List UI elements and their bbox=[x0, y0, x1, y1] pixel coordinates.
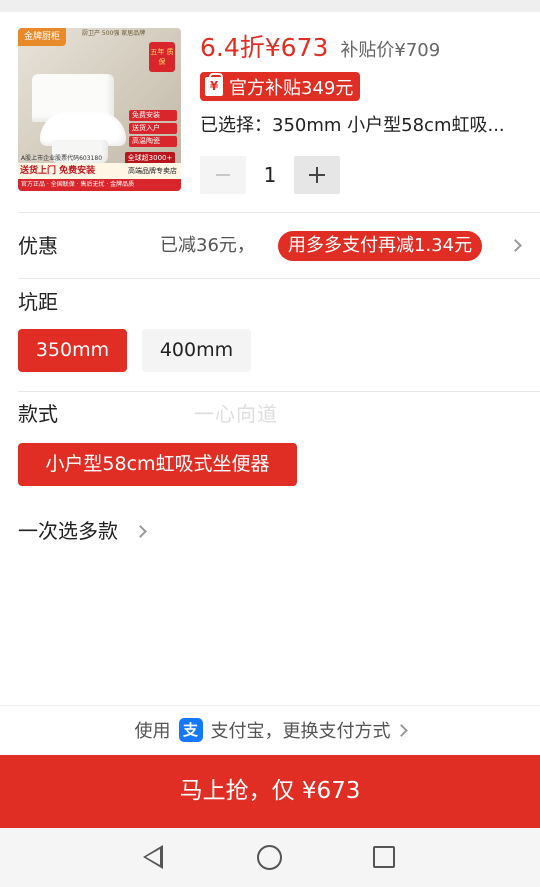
selected-value: 350mm 小户型58cm虹吸... bbox=[272, 115, 505, 136]
image-brand-label: 金牌厨柜 bbox=[18, 28, 67, 46]
duoduo-pay-discount-pill[interactable]: 用多多支付再减1.34元 bbox=[278, 231, 483, 261]
image-stock-line: A股上市企业股票代码603180 bbox=[21, 155, 103, 162]
image-topline: 厨卫产 500强 家居品牌 bbox=[82, 30, 146, 37]
divider bbox=[18, 212, 540, 213]
style-title: 款式 bbox=[18, 402, 58, 426]
image-store-text: 高端品牌专卖店 bbox=[128, 167, 177, 175]
product-image[interactable]: 金牌厨柜 厨卫产 500强 家居品牌 五年 质保 免费安装 送货入户 高温陶瓷 … bbox=[18, 28, 181, 191]
home-icon[interactable] bbox=[257, 845, 282, 870]
chevron-right-icon bbox=[509, 239, 522, 252]
plus-icon bbox=[309, 167, 325, 183]
image-delivery-text: 送货上门 免费安装 bbox=[20, 166, 96, 176]
option-400mm[interactable]: 400mm bbox=[142, 329, 251, 372]
selected-variant: 已选择：350mm 小户型58cm虹吸... bbox=[200, 113, 530, 139]
back-icon[interactable] bbox=[143, 845, 163, 869]
divider bbox=[18, 278, 540, 279]
payment-prefix: 使用 bbox=[134, 721, 171, 742]
product-price: 6.4折¥673 bbox=[200, 33, 329, 62]
alipay-icon: 支 bbox=[178, 718, 203, 742]
selected-label: 已选择： bbox=[200, 115, 272, 136]
subsidy-price: 补贴价¥709 bbox=[340, 40, 441, 61]
minus-icon bbox=[216, 174, 230, 176]
discount-label: 优惠 bbox=[18, 234, 58, 258]
multi-select-label: 一次选多款 bbox=[18, 519, 118, 543]
image-tag: 送货入户 bbox=[129, 123, 177, 134]
discount-reduced-text: 已减36元， bbox=[160, 235, 255, 256]
option-350mm[interactable]: 350mm bbox=[18, 329, 127, 372]
image-bottom-bar: 送货上门 免费安装 高端品牌专卖店 bbox=[18, 163, 181, 179]
option-small-siphon-toilet[interactable]: 小户型58cm虹吸式坐便器 bbox=[18, 443, 297, 486]
chevron-right-icon bbox=[394, 723, 408, 737]
recent-apps-icon[interactable] bbox=[373, 846, 395, 868]
increase-quantity-button[interactable] bbox=[294, 156, 340, 194]
image-footer: 官方正品 · 全国联保 · 售后无忧 · 金牌品质 bbox=[18, 179, 181, 191]
chevron-right-icon bbox=[134, 525, 147, 538]
pit-distance-title: 坑距 bbox=[18, 290, 58, 314]
subsidy-badge-label: 官方补贴349元 bbox=[229, 77, 354, 99]
system-navigation-bar bbox=[0, 828, 540, 887]
bag-icon: ¥ bbox=[205, 73, 223, 96]
image-warranty-badge: 五年 质保 bbox=[149, 42, 175, 72]
price-line: 6.4折¥673 补贴价¥709 bbox=[200, 32, 440, 64]
official-subsidy-badge: ¥ 官方补贴349元 bbox=[200, 72, 361, 101]
image-tags: 免费安装 送货入户 高温陶瓷 bbox=[129, 110, 177, 149]
buy-now-button[interactable]: 马上抢，仅 ¥673 bbox=[0, 755, 540, 828]
divider bbox=[18, 391, 540, 392]
quantity-stepper: 1 bbox=[200, 156, 340, 194]
quantity-value[interactable]: 1 bbox=[246, 163, 294, 187]
image-tag: 高温陶瓷 bbox=[129, 136, 177, 147]
payment-text: 支付宝，更换支付方式 bbox=[210, 721, 391, 742]
top-strip bbox=[0, 0, 540, 12]
watermark: 一心向道 bbox=[194, 402, 278, 426]
image-tag: 免费安装 bbox=[129, 110, 177, 121]
payment-method-selector[interactable]: 使用 支 支付宝，更换支付方式 bbox=[0, 706, 540, 754]
decrease-quantity-button[interactable] bbox=[200, 156, 246, 194]
